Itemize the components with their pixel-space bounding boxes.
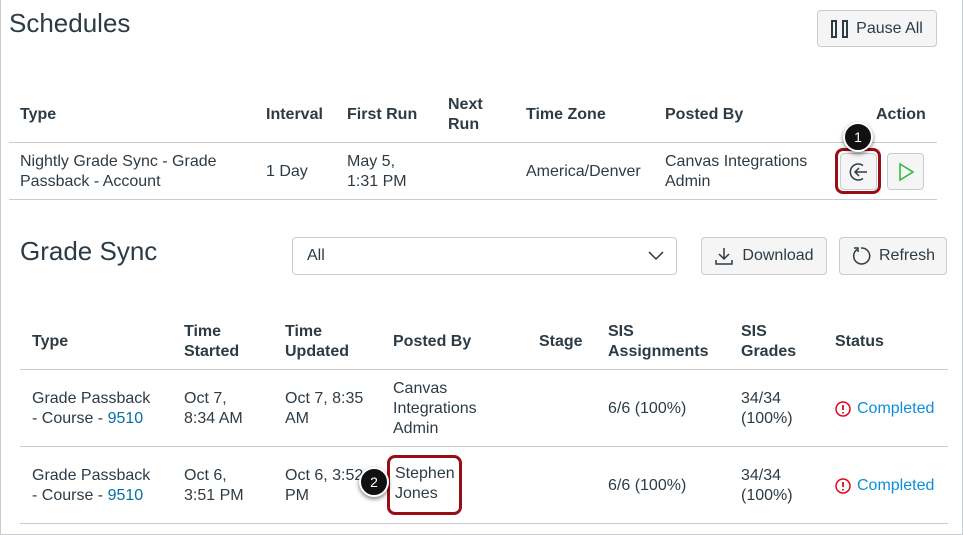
t: (100%) xyxy=(741,410,793,427)
t: Canvas xyxy=(393,380,448,397)
t: 34/34 xyxy=(741,467,782,484)
t2: Passback - Account xyxy=(20,173,161,190)
status-label: Completed xyxy=(857,477,935,494)
row1-status-link[interactable]: Completed xyxy=(835,399,934,419)
download-icon xyxy=(715,248,734,265)
t: Oct 7, xyxy=(184,390,227,407)
t1: Nightly Grade Sync - Grade xyxy=(20,153,217,170)
t: Oct 6, 3:52 xyxy=(285,467,364,484)
t: - Course - xyxy=(32,487,108,504)
schedule-interval: 1 Day xyxy=(266,163,308,180)
row2-type: Grade Passback - Course - 9510 xyxy=(32,466,150,506)
row1-started: Oct 7, 8:34 AM xyxy=(184,389,243,429)
pause-all-label: Pause All xyxy=(856,19,923,37)
t: - Course - xyxy=(32,410,108,427)
row1-grades: 34/34 (100%) xyxy=(741,389,793,429)
col-time-updated: Time Updated xyxy=(285,322,349,362)
h: Time xyxy=(184,323,222,340)
filter-value: All xyxy=(307,247,325,264)
callout-highlight-1 xyxy=(835,148,881,194)
t: 34/34 xyxy=(741,390,782,407)
play-icon xyxy=(898,162,914,181)
h: Time xyxy=(285,323,323,340)
row2-status-link[interactable]: Completed xyxy=(835,476,934,496)
col-posted-by: Posted By xyxy=(665,106,744,123)
row1-updated: Oct 7, 8:35 AM xyxy=(285,389,363,429)
h: Assignments xyxy=(608,343,709,360)
row2-started: Oct 6, 3:51 PM xyxy=(184,466,244,506)
divider xyxy=(20,446,948,447)
pb1: Canvas Integrations xyxy=(665,153,808,170)
col-first-run: First Run xyxy=(347,106,418,123)
fr2: 1:31 PM xyxy=(347,173,407,190)
col-interval: Interval xyxy=(266,106,323,123)
col-type: Type xyxy=(32,333,69,350)
status-label: Completed xyxy=(857,400,935,417)
h: SIS xyxy=(608,323,634,340)
row1-posted-by: Canvas Integrations Admin xyxy=(393,379,477,439)
t: (100%) xyxy=(741,487,793,504)
t: Grade Passback xyxy=(32,390,151,407)
callout-badge-2: 2 xyxy=(359,467,389,497)
col-status: Status xyxy=(835,333,884,350)
t: PM xyxy=(285,487,309,504)
t: Oct 7, 8:35 xyxy=(285,390,364,407)
t: Admin xyxy=(393,420,439,437)
row1-type: Grade Passback - Course - 9510 xyxy=(32,389,150,429)
run: Run xyxy=(448,116,480,133)
col-time-started: Time Started xyxy=(184,322,239,362)
pb2: Admin xyxy=(665,173,711,190)
h: Updated xyxy=(285,343,349,360)
course-link[interactable]: 9510 xyxy=(108,410,144,427)
col-type: Type xyxy=(20,106,57,123)
row2-updated: Oct 6, 3:52 PM xyxy=(285,466,363,506)
h: Started xyxy=(184,343,240,360)
refresh-button[interactable]: Refresh xyxy=(839,237,947,275)
pause-icon xyxy=(831,19,849,38)
course-link[interactable]: 9510 xyxy=(108,487,144,504)
fr1: May 5, xyxy=(347,153,396,170)
play-button[interactable] xyxy=(887,153,924,190)
callout-highlight-2 xyxy=(387,455,462,515)
col-sis-assignments: SIS Assignments xyxy=(608,322,708,362)
divider xyxy=(9,142,937,143)
divider xyxy=(20,369,948,370)
row1-assignments: 6/6 (100%) xyxy=(608,400,687,417)
download-label: Download xyxy=(742,247,814,264)
t: Oct 6, xyxy=(184,467,227,484)
col-sis-grades: SIS Grades xyxy=(741,322,796,362)
refresh-icon xyxy=(852,247,871,265)
divider xyxy=(9,199,937,200)
warning-icon xyxy=(835,401,851,417)
schedules-title: Schedules xyxy=(9,8,131,38)
t: Grade Passback xyxy=(32,467,151,484)
t: 3:51 PM xyxy=(184,487,244,504)
refresh-label: Refresh xyxy=(878,247,936,264)
col-time-zone: Time Zone xyxy=(526,106,606,123)
divider xyxy=(20,523,948,524)
row2-assignments: 6/6 (100%) xyxy=(608,477,687,494)
callout-badge-1: 1 xyxy=(843,122,873,152)
schedule-time-zone: America/Denver xyxy=(526,163,641,180)
grade-sync-title: Grade Sync xyxy=(20,236,158,266)
schedule-posted-by: Canvas Integrations Admin xyxy=(665,152,807,192)
h: Grades xyxy=(741,343,797,360)
t: 8:34 AM xyxy=(184,410,243,427)
col-action: Action xyxy=(876,106,926,123)
t: Integrations xyxy=(393,400,477,417)
chevron-down-icon xyxy=(648,251,664,261)
row2-grades: 34/34 (100%) xyxy=(741,466,793,506)
pause-all-button[interactable]: Pause All xyxy=(817,10,937,47)
col-stage: Stage xyxy=(539,333,583,350)
warning-icon xyxy=(835,478,851,494)
h: SIS xyxy=(741,323,767,340)
next: Next xyxy=(448,96,483,113)
col-posted-by: Posted By xyxy=(393,333,472,350)
col-next-run: Next Run xyxy=(448,95,483,135)
schedule-first-run: May 5, 1:31 PM xyxy=(347,152,407,192)
filter-select[interactable]: All xyxy=(292,237,677,275)
download-button[interactable]: Download xyxy=(701,237,827,275)
t: AM xyxy=(285,410,309,427)
schedule-type: Nightly Grade Sync - Grade Passback - Acc… xyxy=(20,152,217,192)
